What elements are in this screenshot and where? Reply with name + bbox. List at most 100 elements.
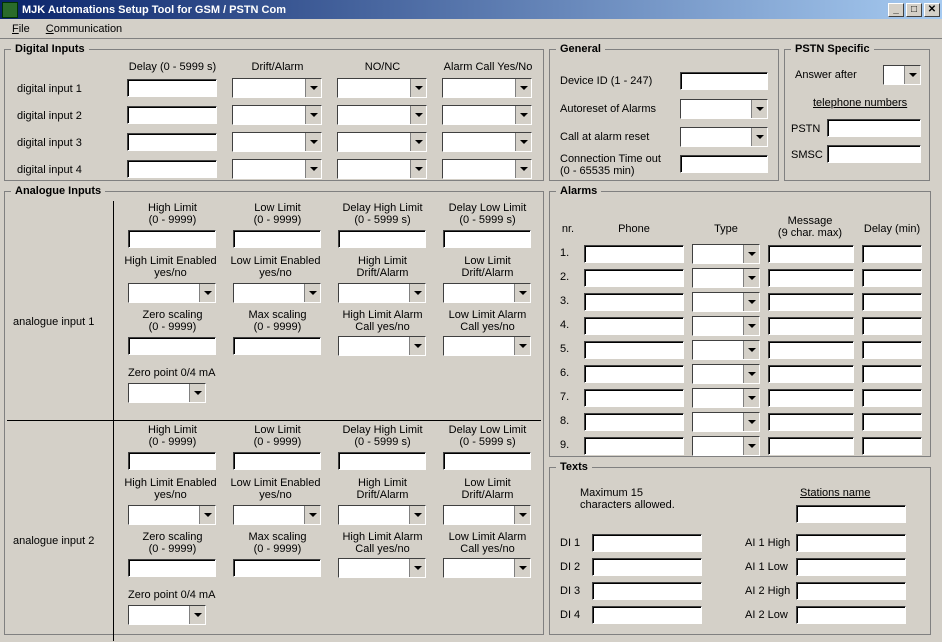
close-button[interactable]: ✕ [924,3,940,17]
stations-name-input[interactable] [796,505,906,523]
maximize-button[interactable]: □ [906,3,922,17]
ai2low-text[interactable] [796,606,906,624]
alarm-delay-7[interactable] [862,389,922,407]
di-1-drift[interactable] [232,78,322,98]
alarm-message-8[interactable] [768,413,854,431]
chevron-down-icon[interactable] [515,160,531,178]
alarm-phone-3[interactable] [584,293,684,311]
alarm-message-9[interactable] [768,437,854,455]
alarm-delay-6[interactable] [862,365,922,383]
di2-text[interactable] [592,558,702,576]
ai1-hlda[interactable] [338,283,426,303]
ai2-ll[interactable] [233,452,321,470]
ai2-llac[interactable] [443,558,531,578]
di-1-nonc[interactable] [337,78,427,98]
chevron-down-icon[interactable] [904,66,920,84]
menu-file[interactable]: File [4,21,38,37]
alarm-message-4[interactable] [768,317,854,335]
autoreset-combo[interactable] [680,99,768,119]
alarm-delay-5[interactable] [862,341,922,359]
ai1-zs[interactable] [128,337,216,355]
chevron-down-icon[interactable] [743,269,759,287]
ai1-llac[interactable] [443,336,531,356]
chevron-down-icon[interactable] [305,160,321,178]
minimize-button[interactable]: _ [888,3,904,17]
chevron-down-icon[interactable] [743,245,759,263]
chevron-down-icon[interactable] [743,317,759,335]
di-1-call[interactable] [442,78,532,98]
chevron-down-icon[interactable] [751,128,767,146]
ai1-ms[interactable] [233,337,321,355]
chevron-down-icon[interactable] [304,506,320,524]
di-4-nonc[interactable] [337,159,427,179]
chevron-down-icon[interactable] [751,100,767,118]
ai2-hlac[interactable] [338,558,426,578]
alarm-message-1[interactable] [768,245,854,263]
chevron-down-icon[interactable] [410,160,426,178]
chevron-down-icon[interactable] [410,79,426,97]
chevron-down-icon[interactable] [305,106,321,124]
di-3-call[interactable] [442,132,532,152]
alarm-phone-8[interactable] [584,413,684,431]
chevron-down-icon[interactable] [743,413,759,431]
alarm-delay-3[interactable] [862,293,922,311]
alarm-phone-1[interactable] [584,245,684,263]
ai2-ms[interactable] [233,559,321,577]
alarm-delay-9[interactable] [862,437,922,455]
ai1-llda[interactable] [443,283,531,303]
call-alarm-combo[interactable] [680,127,768,147]
di-4-call[interactable] [442,159,532,179]
alarm-type-3[interactable] [692,292,760,312]
chevron-down-icon[interactable] [515,106,531,124]
ai2-hle[interactable] [128,505,216,525]
alarm-type-2[interactable] [692,268,760,288]
ai1low-text[interactable] [796,558,906,576]
ai2-zs[interactable] [128,559,216,577]
conn-timeout-input[interactable] [680,155,768,173]
alarm-type-1[interactable] [692,244,760,264]
ai2-dll[interactable] [443,452,531,470]
alarm-phone-4[interactable] [584,317,684,335]
di-3-drift[interactable] [232,132,322,152]
alarm-type-4[interactable] [692,316,760,336]
alarm-message-6[interactable] [768,365,854,383]
alarm-delay-4[interactable] [862,317,922,335]
ai1high-text[interactable] [796,534,906,552]
chevron-down-icon[interactable] [410,106,426,124]
chevron-down-icon[interactable] [189,606,205,624]
di-4-drift[interactable] [232,159,322,179]
chevron-down-icon[interactable] [514,284,530,302]
di-3-delay[interactable] [127,133,217,151]
ai2-dhl[interactable] [338,452,426,470]
ai1-zp[interactable] [128,383,206,403]
ai2high-text[interactable] [796,582,906,600]
chevron-down-icon[interactable] [514,559,530,577]
chevron-down-icon[interactable] [743,437,759,455]
chevron-down-icon[interactable] [304,284,320,302]
chevron-down-icon[interactable] [409,559,425,577]
ai1-lle[interactable] [233,283,321,303]
chevron-down-icon[interactable] [199,506,215,524]
chevron-down-icon[interactable] [743,293,759,311]
di3-text[interactable] [592,582,702,600]
chevron-down-icon[interactable] [514,506,530,524]
di-3-nonc[interactable] [337,132,427,152]
alarm-phone-9[interactable] [584,437,684,455]
ai2-hlda[interactable] [338,505,426,525]
ai2-zp[interactable] [128,605,206,625]
chevron-down-icon[interactable] [515,79,531,97]
di-2-delay[interactable] [127,106,217,124]
di-4-delay[interactable] [127,160,217,178]
alarm-message-5[interactable] [768,341,854,359]
alarm-message-7[interactable] [768,389,854,407]
chevron-down-icon[interactable] [409,284,425,302]
alarm-type-7[interactable] [692,388,760,408]
chevron-down-icon[interactable] [743,341,759,359]
ai1-hl[interactable] [128,230,216,248]
alarm-message-2[interactable] [768,269,854,287]
ai1-dhl[interactable] [338,230,426,248]
chevron-down-icon[interactable] [305,79,321,97]
alarm-phone-7[interactable] [584,389,684,407]
chevron-down-icon[interactable] [189,384,205,402]
chevron-down-icon[interactable] [409,337,425,355]
